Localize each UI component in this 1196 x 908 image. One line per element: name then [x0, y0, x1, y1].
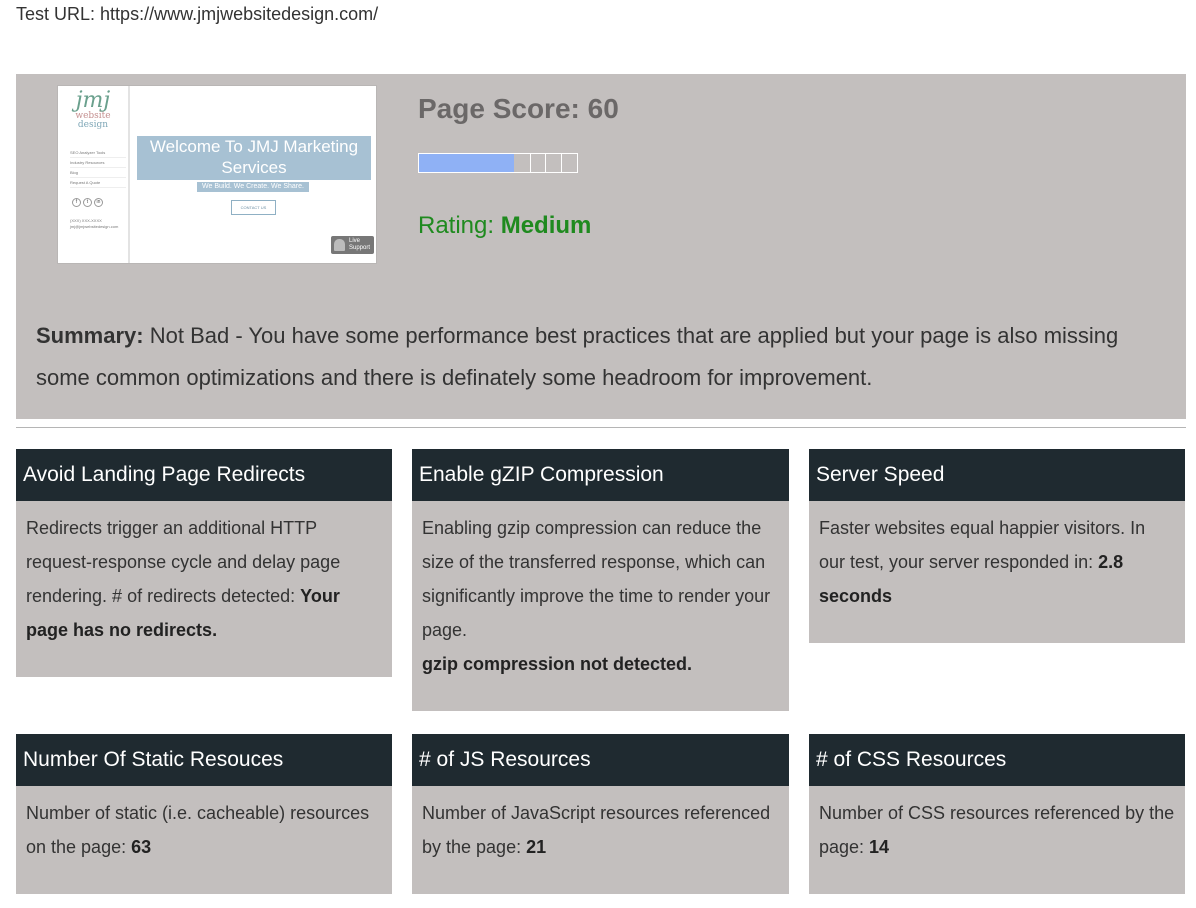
card-title: # of CSS Resources — [809, 734, 1185, 786]
score-progress-bar — [418, 153, 578, 173]
rating-value: Medium — [500, 212, 592, 239]
score-bar-segment-divider — [529, 154, 531, 172]
card-body: Number of CSS resources referenced by th… — [809, 786, 1185, 864]
card-title: # of JS Resources — [412, 734, 789, 786]
card-title: Avoid Landing Page Redirects — [16, 449, 392, 501]
summary-label: Summary: — [36, 323, 144, 348]
score-progress-fill — [419, 154, 514, 172]
thumbnail-nav-item: Request A Quote — [70, 178, 126, 188]
card-value: 21 — [526, 837, 547, 857]
card-body: Number of static (i.e. cacheable) resour… — [16, 786, 392, 864]
linkedin-icon: in — [94, 198, 103, 207]
thumbnail-nav-item: SEO Analyzer Tools — [70, 148, 126, 158]
rating: Rating: Medium — [418, 212, 591, 240]
rating-label: Rating: — [418, 212, 495, 239]
logo-line3: design — [77, 120, 109, 130]
site-screenshot-thumbnail: jmj website design SEO Analyzer Tools In… — [57, 85, 377, 264]
thumbnail-logo: jmj website design — [70, 90, 116, 130]
score-panel: jmj website design SEO Analyzer Tools In… — [16, 74, 1186, 419]
thumbnail-hero-banner: Welcome To JMJ Marketing Services — [137, 136, 371, 180]
page-score-label: Page Score: — [418, 93, 580, 124]
thumbnail-social-icons: f t in — [72, 198, 105, 207]
thumbnail-tagline: We Build. We Create. We Share. — [197, 182, 309, 192]
test-url-line: Test URL: https://www.jmjwebsitedesign.c… — [16, 4, 378, 25]
thumbnail-contact-button: CONTACT US — [231, 200, 276, 215]
card-title: Enable gZIP Compression — [412, 449, 789, 501]
card-css-resources: # of CSS Resources Number of CSS resourc… — [809, 734, 1185, 894]
card-server-speed: Server Speed Faster websites equal happi… — [809, 449, 1185, 643]
card-value: 63 — [131, 837, 152, 857]
score-bar-segment-divider — [545, 154, 547, 172]
page-score-value: 60 — [587, 93, 619, 124]
thumbnail-nav: SEO Analyzer Tools Industry Resources Bl… — [70, 148, 126, 188]
card-text: Redirects trigger an additional HTTP req… — [26, 518, 341, 606]
card-landing-redirects: Avoid Landing Page Redirects Redirects t… — [16, 449, 392, 677]
thumbnail-contact: (XXX) XXX-XXXX jmj@jmjwebsitedesign.com — [70, 218, 118, 231]
card-body: Redirects trigger an additional HTTP req… — [16, 501, 392, 647]
card-text: Number of JavaScript resources reference… — [422, 803, 771, 857]
card-text: Number of static (i.e. cacheable) resour… — [26, 803, 370, 857]
thumbnail-contact-line: jmj@jmjwebsitedesign.com — [70, 224, 119, 230]
logo-main: jmj — [75, 88, 111, 113]
card-text: Enabling gzip compression can reduce the… — [422, 518, 771, 640]
thumbnail-nav-item: Blog — [70, 168, 126, 178]
divider — [16, 427, 1186, 428]
card-body: Enabling gzip compression can reduce the… — [412, 501, 789, 681]
test-url-label: Test URL: — [16, 4, 96, 24]
thumbnail-live-support-badge: Live Support — [331, 236, 374, 254]
card-text: Faster websites equal happier visitors. … — [819, 518, 1146, 572]
summary: Summary: Not Bad - You have some perform… — [36, 315, 1176, 399]
card-body: Number of JavaScript resources reference… — [412, 786, 789, 864]
card-static-resources: Number Of Static Resouces Number of stat… — [16, 734, 392, 894]
card-js-resources: # of JS Resources Number of JavaScript r… — [412, 734, 789, 894]
test-url-link[interactable]: https://www.jmjwebsitedesign.com/ — [100, 4, 378, 24]
thumbnail-nav-item: Industry Resources — [70, 158, 126, 168]
card-body: Faster websites equal happier visitors. … — [809, 501, 1185, 613]
page-score: Page Score: 60 — [418, 93, 619, 125]
card-value: 14 — [869, 837, 890, 857]
card-title: Number Of Static Resouces — [16, 734, 392, 786]
card-title: Server Speed — [809, 449, 1185, 501]
score-bar-segment-divider — [561, 154, 563, 172]
twitter-icon: t — [83, 198, 92, 207]
summary-text: Not Bad - You have some performance best… — [36, 323, 1119, 390]
facebook-icon: f — [72, 198, 81, 207]
card-gzip-compression: Enable gZIP Compression Enabling gzip co… — [412, 449, 789, 711]
card-status: gzip compression not detected. — [422, 654, 693, 674]
